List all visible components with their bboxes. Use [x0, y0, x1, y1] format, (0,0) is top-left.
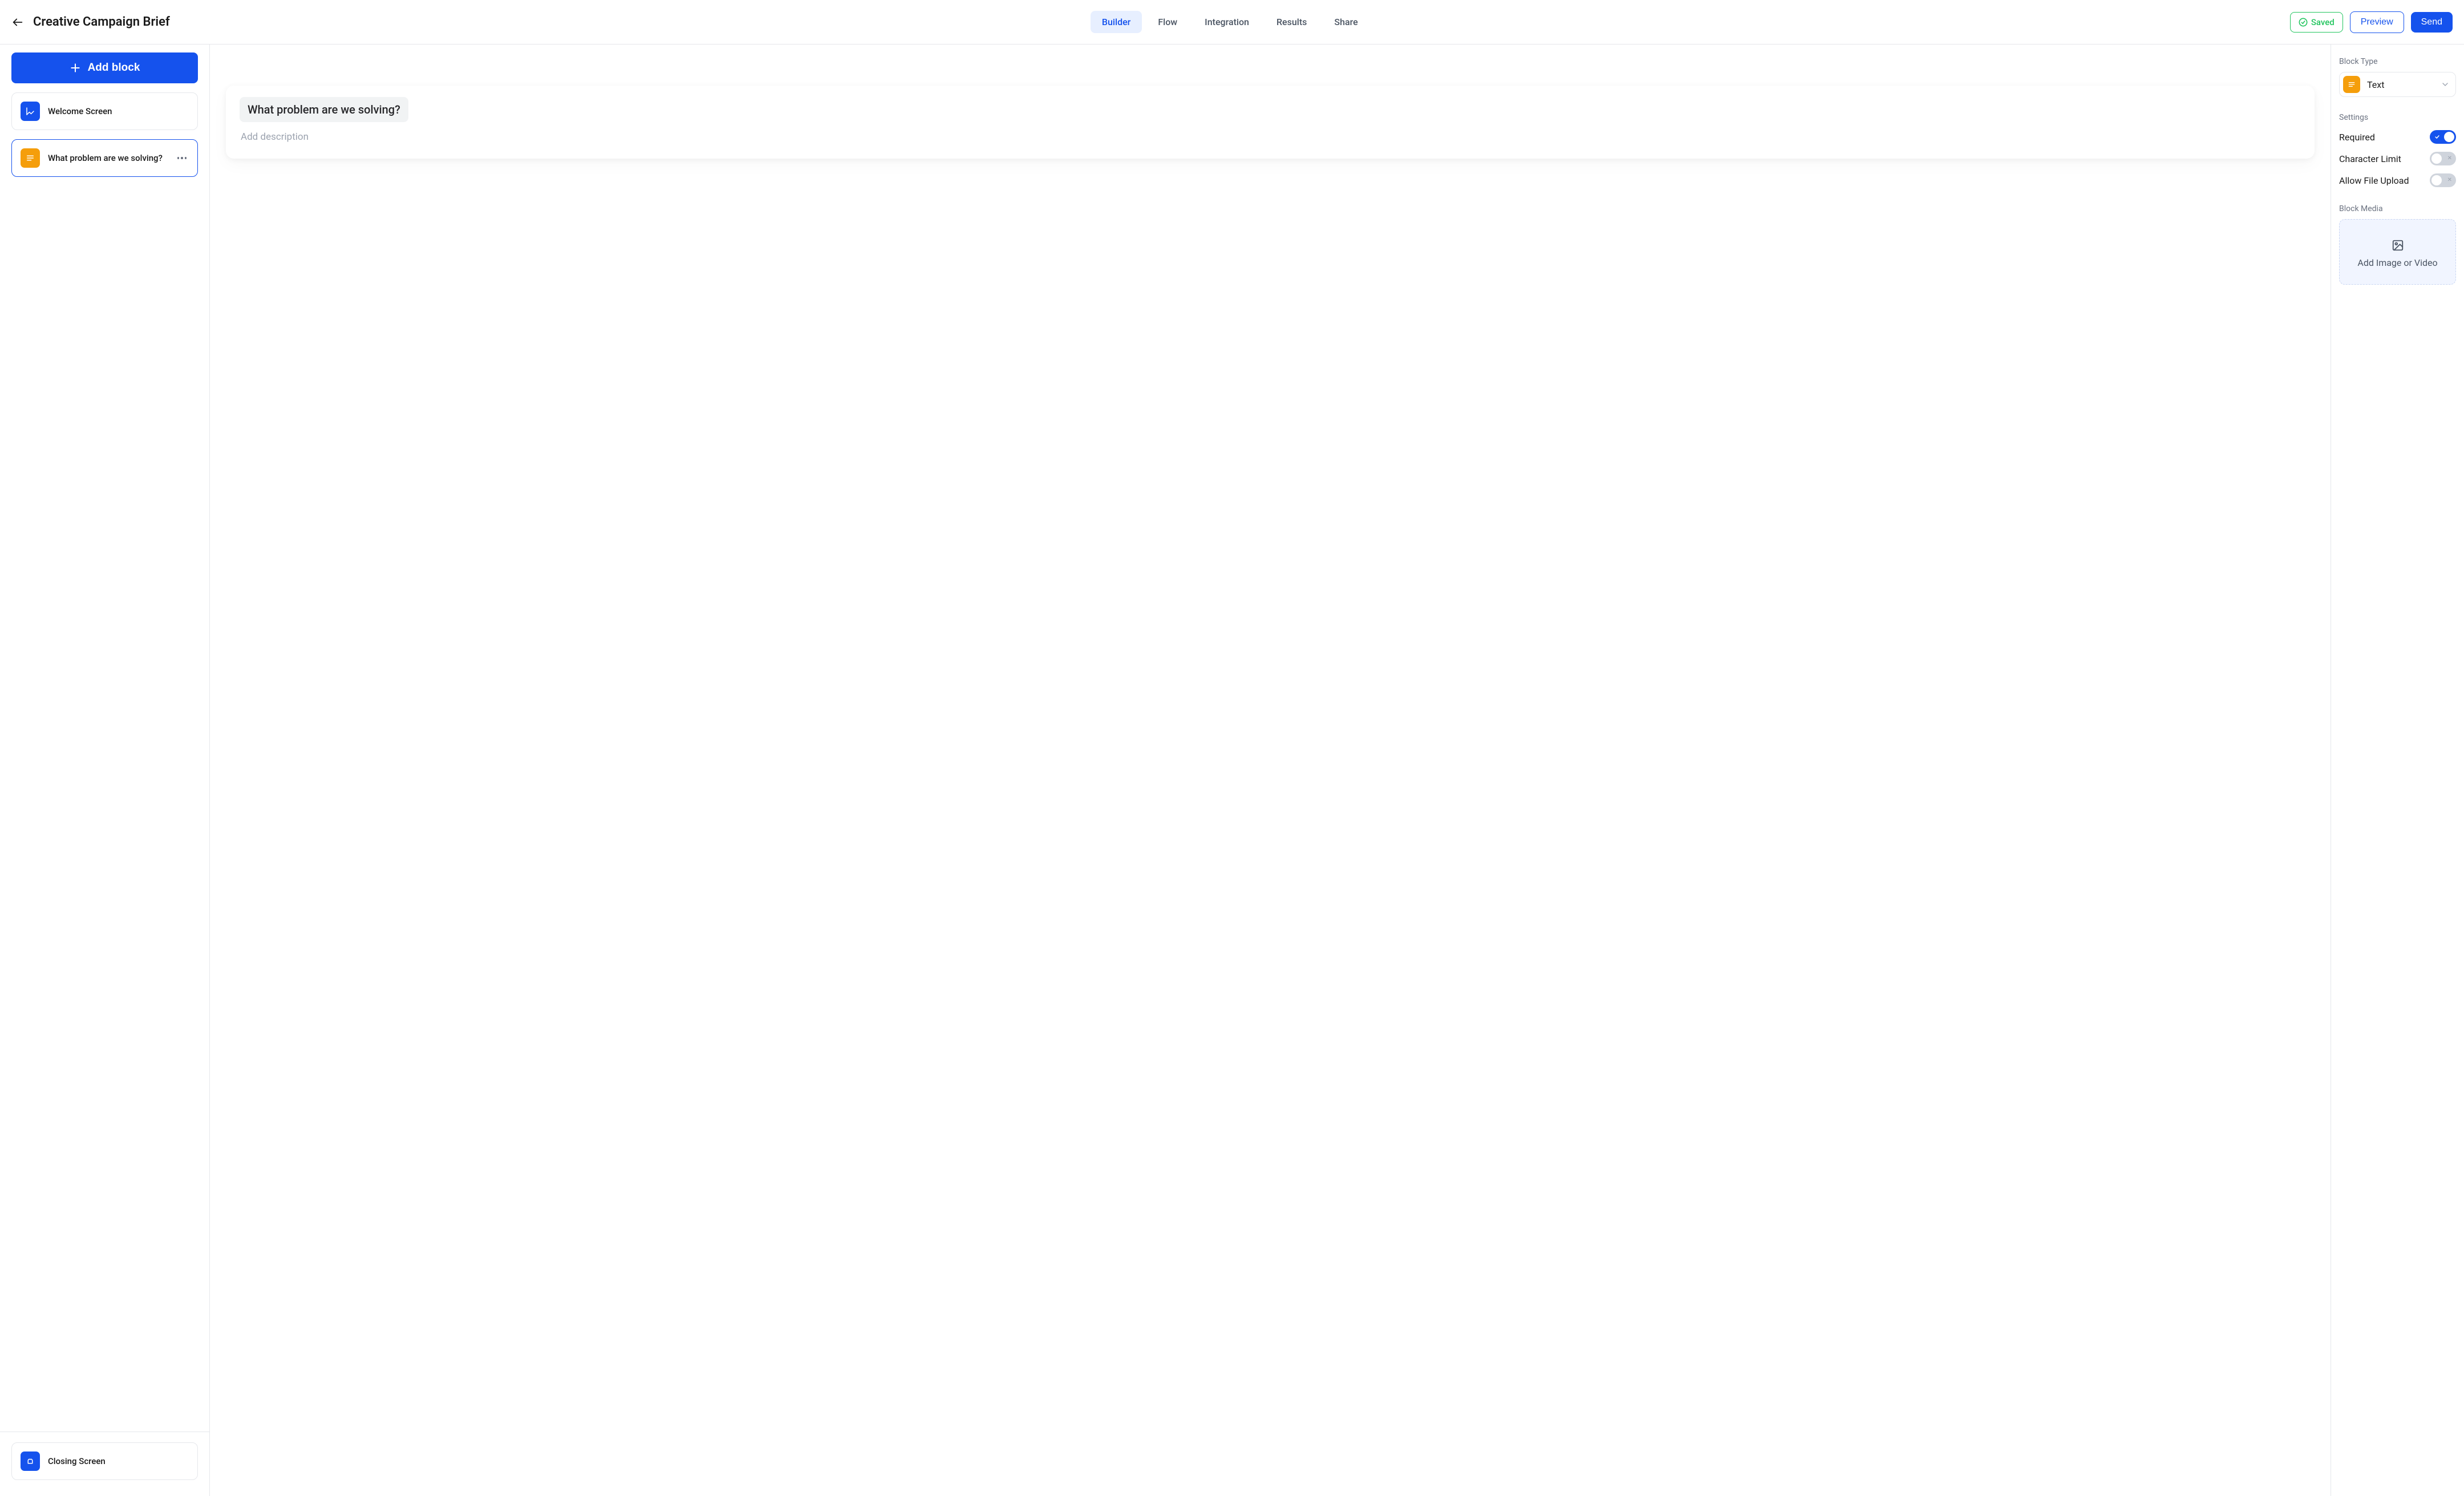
toggle-required[interactable]: [2430, 130, 2456, 144]
question-input[interactable]: What problem are we solving?: [240, 97, 408, 122]
image-icon: [2392, 239, 2404, 252]
text-block-icon: [21, 148, 40, 168]
block-label: What problem are we solving?: [48, 153, 167, 163]
block-more-button[interactable]: [175, 155, 189, 161]
plus-icon: [70, 62, 81, 74]
add-block-button[interactable]: Add block: [11, 52, 198, 83]
x-icon: ✕: [2447, 156, 2452, 161]
arrow-left-icon: [11, 16, 24, 29]
setting-file-upload: Allow File Upload ✕: [2339, 173, 2456, 187]
setting-required: Required: [2339, 130, 2456, 144]
topbar-tabs: Builder Flow Integration Results Share: [170, 11, 2290, 33]
block-type-heading: Block Type: [2339, 57, 2456, 66]
text-block-icon: [2343, 76, 2360, 93]
canvas: What problem are we solving? Add descrip…: [210, 45, 2331, 1496]
sidebar: Add block Welcome Screen What problem ar…: [0, 45, 210, 1496]
media-heading: Block Media: [2339, 204, 2456, 213]
check-circle-icon: [2299, 18, 2308, 27]
closing-icon: [21, 1451, 40, 1471]
right-panel: Block Type Text Settings Required: [2331, 45, 2464, 1496]
chevron-down-icon: [2441, 80, 2450, 89]
settings-heading: Settings: [2339, 113, 2456, 122]
media-drop-label: Add Image or Video: [2357, 257, 2437, 268]
block-label: Welcome Screen: [48, 106, 189, 116]
tab-share[interactable]: Share: [1323, 11, 1369, 33]
setting-label: Required: [2339, 132, 2375, 143]
page-title: Creative Campaign Brief: [33, 15, 170, 29]
tab-builder[interactable]: Builder: [1091, 11, 1142, 33]
tab-results[interactable]: Results: [1265, 11, 1318, 33]
x-icon: ✕: [2447, 177, 2452, 183]
saved-badge: Saved: [2290, 12, 2343, 33]
tab-integration[interactable]: Integration: [1193, 11, 1261, 33]
tab-flow[interactable]: Flow: [1146, 11, 1189, 33]
question-card: What problem are we solving? Add descrip…: [226, 86, 2315, 159]
block-item-welcome[interactable]: Welcome Screen: [11, 92, 198, 130]
back-button[interactable]: [11, 16, 24, 29]
block-type-value: Text: [2367, 79, 2434, 90]
add-block-label: Add block: [88, 62, 140, 74]
setting-label: Allow File Upload: [2339, 175, 2409, 186]
media-drop-zone[interactable]: Add Image or Video: [2339, 219, 2456, 285]
block-label: Closing Screen: [48, 1456, 189, 1466]
check-icon: [2434, 134, 2440, 140]
saved-label: Saved: [2311, 17, 2335, 27]
send-button[interactable]: Send: [2411, 12, 2453, 33]
welcome-icon: [21, 102, 40, 121]
toggle-file-upload[interactable]: ✕: [2430, 173, 2456, 187]
block-type-select[interactable]: Text: [2339, 72, 2456, 97]
topbar: Creative Campaign Brief Builder Flow Int…: [0, 0, 2464, 45]
block-item-closing[interactable]: Closing Screen: [11, 1442, 198, 1480]
block-item-question[interactable]: What problem are we solving?: [11, 139, 198, 177]
preview-button[interactable]: Preview: [2350, 11, 2404, 33]
setting-char-limit: Character Limit ✕: [2339, 152, 2456, 165]
setting-label: Character Limit: [2339, 153, 2401, 164]
description-input[interactable]: Add description: [240, 131, 2301, 143]
toggle-char-limit[interactable]: ✕: [2430, 152, 2456, 165]
